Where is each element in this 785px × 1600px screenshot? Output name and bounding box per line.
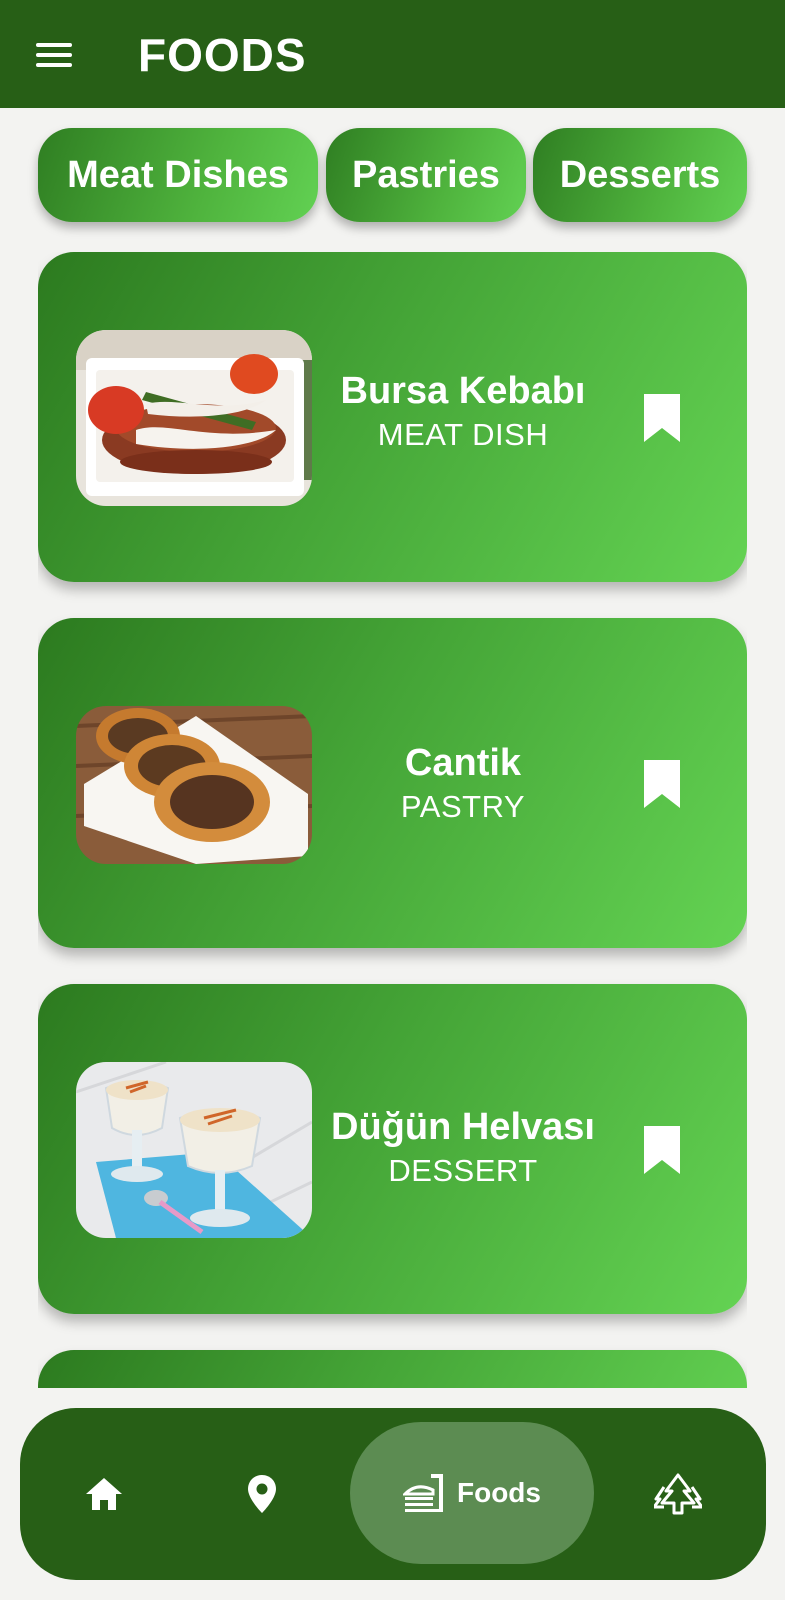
category-chips: Meat Dishes Pastries Desserts: [0, 128, 785, 224]
food-image: [76, 1062, 312, 1238]
trees-icon: [654, 1473, 702, 1515]
chip-meat-dishes[interactable]: Meat Dishes: [38, 128, 318, 222]
nav-location[interactable]: [218, 1408, 306, 1580]
food-image: [76, 706, 312, 864]
chip-pastries[interactable]: Pastries: [326, 128, 526, 222]
location-pin-icon: [248, 1475, 276, 1513]
food-category: PASTRY: [400, 789, 526, 824]
food-card[interactable]: Cantik PASTRY: [38, 618, 747, 948]
nav-foods-label: Foods: [457, 1477, 541, 1508]
food-info: Düğün Helvası DESSERT: [318, 1106, 608, 1189]
nav-home[interactable]: [60, 1408, 148, 1580]
bottom-navigation: Foods: [20, 1408, 766, 1580]
nav-nature[interactable]: [634, 1408, 722, 1580]
food-name: Bursa Kebabı: [340, 370, 586, 412]
bookmark-icon[interactable]: [642, 392, 682, 444]
food-card[interactable]: [38, 1350, 747, 1388]
bookmark-icon[interactable]: [642, 758, 682, 810]
home-icon: [86, 1478, 122, 1510]
app-bar: FOODS: [0, 0, 785, 108]
food-card[interactable]: Bursa Kebabı MEAT DISH: [38, 252, 747, 582]
page-title: FOODS: [138, 29, 307, 81]
food-info: Cantik PASTRY: [318, 742, 608, 825]
food-category: DESSERT: [388, 1153, 538, 1188]
food-list: Bursa Kebabı MEAT DISH Cantik PASTRY Düğ…: [38, 252, 747, 1388]
food-card[interactable]: Düğün Helvası DESSERT: [38, 984, 747, 1314]
food-info: Bursa Kebabı MEAT DISH: [318, 370, 608, 453]
bookmark-icon[interactable]: [642, 1124, 682, 1176]
food-name: Düğün Helvası: [331, 1106, 595, 1148]
food-name: Cantik: [404, 742, 522, 784]
chip-desserts[interactable]: Desserts: [533, 128, 747, 222]
hamburger-menu-icon[interactable]: [34, 40, 74, 70]
food-image: [76, 330, 312, 506]
nav-foods[interactable]: Foods: [350, 1422, 594, 1564]
food-category: MEAT DISH: [377, 417, 549, 452]
food-tray-icon: [403, 1474, 443, 1512]
